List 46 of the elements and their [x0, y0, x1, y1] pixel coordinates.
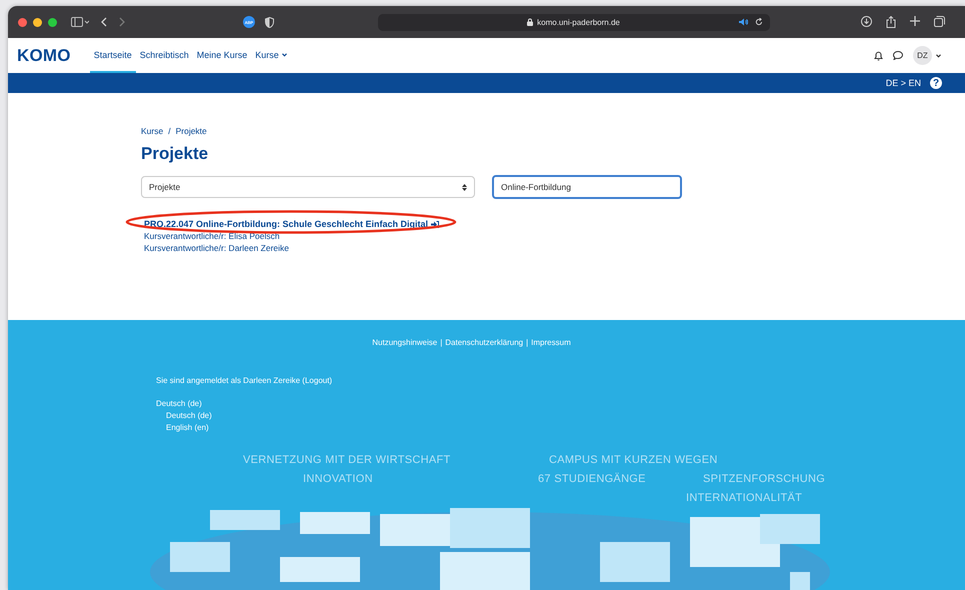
speaker-icon[interactable]: [738, 18, 748, 26]
back-icon[interactable]: [101, 17, 107, 27]
plus-icon[interactable]: [910, 16, 920, 26]
enter-icon: [431, 220, 440, 228]
slogan-text: INTERNATIONALITÄT: [686, 492, 802, 504]
language-link[interactable]: DE > EN: [886, 78, 921, 88]
search-field[interactable]: Online-Fortbildung: [492, 175, 682, 199]
nav-link[interactable]: Schreibtisch: [136, 38, 193, 73]
login-note: Sie sind angemeldet als Darleen Zereike (Logout): [156, 376, 334, 385]
course-manager[interactable]: Kursverantwortliche/r: Darleen Zereike: [144, 243, 290, 253]
link-separator: |: [440, 338, 442, 347]
slogan-text: CAMPUS MIT KURZEN WEGEN: [549, 454, 718, 466]
user-avatar[interactable]: DZ: [913, 46, 932, 65]
slogan-text: 67 STUDIENGÄNGE: [538, 473, 646, 485]
caret-icon[interactable]: [936, 54, 941, 58]
page-heading: Projekte: [141, 144, 210, 164]
category-select[interactable]: Projekte: [141, 176, 475, 198]
url-text: komo.uni-paderborn.de: [537, 18, 620, 26]
breadcrumb-separator: /: [168, 126, 171, 136]
breadcrumb-link[interactable]: Kurse: [141, 126, 164, 136]
chat-icon[interactable]: [893, 51, 903, 60]
slogan-text: SPITZENFORSCHUNG: [703, 473, 826, 485]
address-bar[interactable]: komo.uni-paderborn.de: [378, 14, 770, 30]
tabs-icon[interactable]: [934, 16, 945, 27]
lock-icon: [527, 18, 534, 26]
breadcrumb-link[interactable]: Projekte: [176, 126, 207, 136]
link-separator: |: [526, 338, 528, 347]
site-logo[interactable]: KOMO: [17, 46, 71, 66]
course-manager[interactable]: Kursverantwortliche/r: Elisa Poelsch: [144, 231, 280, 241]
bell-icon[interactable]: [874, 50, 883, 60]
sidebar-icon[interactable]: [71, 17, 89, 27]
close-button[interactable]: [18, 18, 27, 26]
shield-icon[interactable]: [265, 16, 274, 28]
nav-link[interactable]: Meine Kurse: [192, 38, 252, 73]
download-icon[interactable]: [861, 16, 872, 27]
slogan-text: VERNETZUNG MIT DER WIRTSCHAFT: [243, 454, 451, 466]
caret-icon: [282, 52, 287, 56]
nav-dropdown[interactable]: Kurse: [251, 38, 291, 73]
sort-arrows-icon: [462, 184, 467, 190]
forward-icon[interactable]: [119, 17, 125, 27]
reload-icon[interactable]: [754, 18, 762, 26]
share-icon[interactable]: [886, 16, 896, 28]
maximize-button[interactable]: [48, 18, 57, 26]
slogan-text: INNOVATION: [303, 473, 373, 485]
minimize-button[interactable]: [33, 18, 42, 26]
help-button[interactable]: ?: [930, 77, 942, 89]
